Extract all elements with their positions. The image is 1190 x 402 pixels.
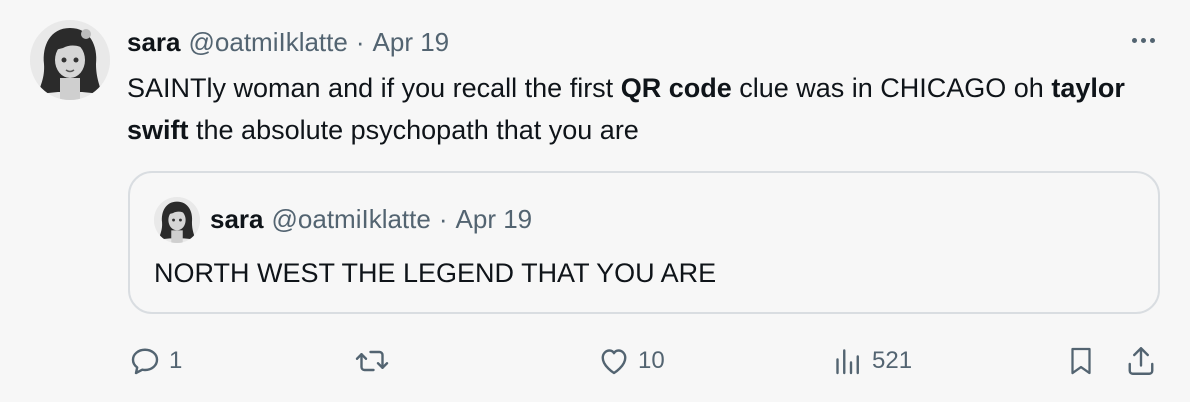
quoted-author-name: sara [210,204,264,234]
quoted-tweet[interactable]: sara @oatmiIklatte · Apr 19 NORTH WEST T… [128,171,1160,314]
more-horizontal-icon [1131,37,1137,43]
speech-bubble-icon [131,348,159,375]
quoted-author-handle: @oatmiIklatte [271,204,431,234]
bold-keyword: QR code [620,73,732,103]
quoted-avatar[interactable] [154,197,200,243]
author-name[interactable]: sara [127,26,181,58]
tweet-header: sara @oatmiIklatte · Apr 19 [127,26,449,58]
separator-dot: · [355,27,365,57]
retweet-button[interactable] [354,336,396,386]
tweet[interactable]: sara @oatmiIklatte · Apr 19 SAINTly woma… [0,0,1190,402]
quoted-tweet-header: sara @oatmiIklatte · Apr 19 [210,203,532,235]
view-count: 521 [872,347,913,374]
bookmark-button[interactable] [1064,336,1098,386]
retweet-icon [355,350,389,372]
quoted-tweet-text: NORTH WEST THE LEGEND THAT YOU ARE [154,258,717,288]
avatar[interactable] [30,20,110,100]
quoted-tweet-date: Apr 19 [455,204,533,234]
like-count: 10 [638,347,665,374]
like-button[interactable]: 10 [596,336,665,386]
share-upload-icon [1128,347,1154,375]
heart-icon [601,349,627,375]
bookmark-icon [1071,347,1091,375]
separator-dot: · [438,204,448,234]
avatar-illustration [154,197,200,243]
avatar-illustration [30,20,110,100]
reply-button[interactable]: 1 [127,336,182,386]
tweet-date[interactable]: Apr 19 [373,26,450,58]
views-button[interactable]: 521 [830,336,912,386]
author-handle[interactable]: @oatmiIklatte [189,26,348,58]
more-options-button[interactable] [1125,30,1161,50]
action-bar: 1 10 521 [0,336,1190,386]
bar-chart-icon [836,349,859,375]
reply-count: 1 [169,347,183,374]
share-button[interactable] [1123,336,1159,386]
tweet-text: SAINTly woman and if you recall the firs… [127,73,1125,145]
